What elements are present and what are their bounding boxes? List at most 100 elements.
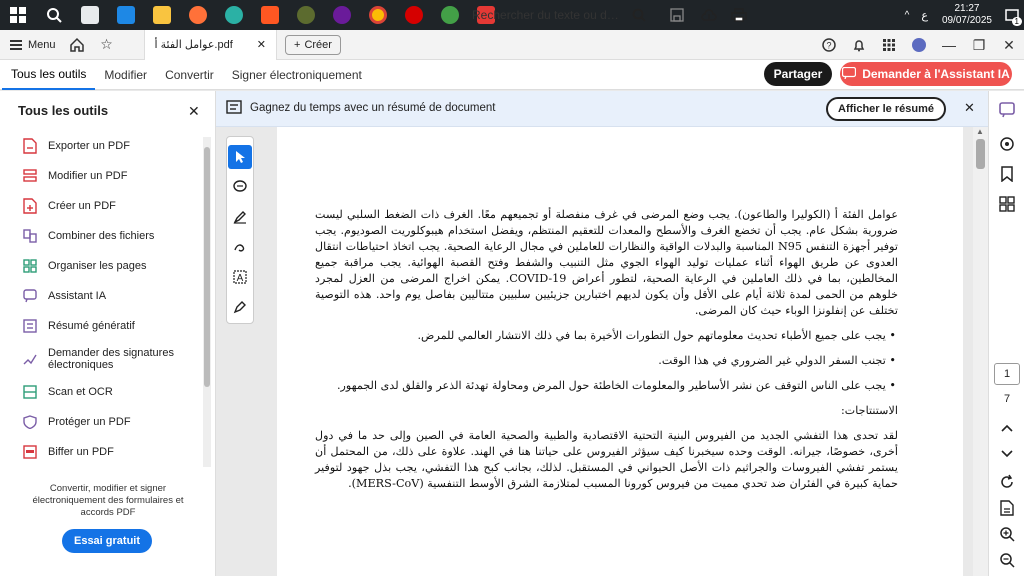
clock-date: 09/07/2025 bbox=[941, 15, 992, 26]
summary-icon bbox=[22, 318, 38, 334]
upload-cloud-icon[interactable] bbox=[698, 4, 720, 26]
tab-convert[interactable]: Convertir bbox=[156, 60, 223, 90]
help-icon[interactable]: ? bbox=[814, 34, 844, 56]
file-explorer-icon[interactable] bbox=[144, 0, 180, 30]
tool-ai-assistant[interactable]: Assistant IA bbox=[0, 281, 204, 311]
tool-protect-pdf[interactable]: Protéger un PDF bbox=[0, 407, 204, 437]
scrollbar-thumb[interactable] bbox=[204, 147, 210, 387]
document-tab[interactable]: عوامل الفئة أ.pdf ✕ bbox=[143, 29, 277, 60]
tool-scan-ocr[interactable]: Scan et OCR bbox=[0, 377, 204, 407]
paragraph-1: عوامل الفئة أ (الكوليرا والطاعون). يجب و… bbox=[315, 208, 898, 317]
thumbnails-icon[interactable] bbox=[996, 193, 1018, 215]
firefox-icon[interactable] bbox=[180, 0, 216, 30]
tool-request-signatures[interactable]: Demander des signatures électroniques bbox=[0, 341, 204, 377]
export-pdf-icon bbox=[22, 138, 38, 154]
tool-label: Protéger un PDF bbox=[48, 416, 131, 428]
close-tab-icon[interactable]: ✕ bbox=[257, 38, 266, 51]
search-text-field[interactable]: Rechercher du texte ou des o... bbox=[472, 8, 620, 22]
tools-list: Exporter un PDF Modifier un PDF Créer un… bbox=[0, 131, 204, 467]
ai-assistant-button[interactable]: Demander à l'Assistant IA bbox=[840, 62, 1012, 86]
minimize-icon[interactable]: — bbox=[934, 34, 964, 56]
chevron-up-icon[interactable] bbox=[996, 417, 1018, 439]
text-box-icon[interactable]: A bbox=[228, 265, 252, 289]
current-page-input[interactable]: 1 bbox=[994, 363, 1020, 385]
close-panel-icon[interactable]: ✕ bbox=[188, 103, 200, 120]
window-controls: ? — ❐ ✕ bbox=[814, 30, 1024, 60]
document-scrollbar[interactable]: ▲ bbox=[973, 127, 988, 576]
create-button[interactable]: + Créer bbox=[285, 34, 341, 55]
zoom-in-icon[interactable] bbox=[996, 523, 1018, 545]
document-scrollbar-thumb[interactable] bbox=[976, 139, 985, 169]
bullet-2: • تجنب السفر الدولي غير الضروري في هذا ا… bbox=[658, 354, 896, 367]
plus-icon: + bbox=[294, 38, 301, 51]
show-summary-button[interactable]: Afficher le résumé bbox=[826, 97, 946, 121]
tool-edit-pdf[interactable]: Modifier un PDF bbox=[0, 161, 204, 191]
zoom-out-icon[interactable] bbox=[996, 549, 1018, 571]
close-banner-icon[interactable]: ✕ bbox=[964, 100, 975, 116]
taskbar-clock[interactable]: 21:27 09/07/2025 bbox=[934, 3, 1000, 27]
tool-organize-pages[interactable]: Organiser les pages bbox=[0, 251, 204, 281]
comment-icon[interactable] bbox=[228, 175, 252, 199]
share-button[interactable]: Partager bbox=[764, 62, 832, 86]
account-avatar-icon[interactable] bbox=[904, 34, 934, 56]
combine-files-icon bbox=[22, 228, 38, 244]
page-info-icon[interactable] bbox=[996, 497, 1018, 519]
mail-app-icon[interactable] bbox=[108, 0, 144, 30]
edit-pdf-icon bbox=[22, 168, 38, 184]
close-window-icon[interactable]: ✕ bbox=[994, 34, 1024, 56]
tab-all-tools[interactable]: Tous les outils bbox=[2, 60, 96, 90]
opera-icon[interactable] bbox=[396, 0, 432, 30]
widgets-app-icon[interactable] bbox=[72, 0, 108, 30]
fill-sign-icon[interactable] bbox=[228, 295, 252, 319]
summary-icon bbox=[226, 99, 242, 118]
chrome-icon[interactable] bbox=[360, 0, 396, 30]
scan-ocr-icon bbox=[22, 384, 38, 400]
draw-freehand-icon[interactable] bbox=[228, 235, 252, 259]
menu-button[interactable]: Menu bbox=[0, 30, 66, 60]
app-icon-green[interactable] bbox=[288, 0, 324, 30]
chevron-down-icon[interactable] bbox=[996, 443, 1018, 465]
media-player-icon[interactable] bbox=[252, 0, 288, 30]
input-language-indicator[interactable]: ع bbox=[915, 9, 934, 22]
tool-combine-files[interactable]: Combiner des fichiers bbox=[0, 221, 204, 251]
maximize-icon[interactable]: ❐ bbox=[964, 34, 994, 56]
tool-label: Scan et OCR bbox=[48, 386, 113, 398]
windows-start-icon[interactable] bbox=[0, 0, 36, 30]
tool-label: Demander des signatures électroniques bbox=[48, 347, 174, 371]
promo-text: Convertir, modifier et signer électroniq… bbox=[32, 483, 184, 518]
bookmarks-icon[interactable] bbox=[996, 163, 1018, 185]
select-cursor-icon[interactable] bbox=[228, 145, 252, 169]
tab-e-sign[interactable]: Signer électroniquement bbox=[223, 60, 371, 90]
chrome-profile-icon[interactable] bbox=[432, 0, 468, 30]
star-icon[interactable]: ☆ bbox=[96, 34, 118, 56]
tool-generative-summary[interactable]: Résumé génératif bbox=[0, 311, 204, 341]
panel-title: Tous les outils bbox=[18, 103, 109, 118]
edge-icon[interactable] bbox=[216, 0, 252, 30]
tool-export-pdf[interactable]: Exporter un PDF bbox=[0, 131, 204, 161]
app-icon-purple[interactable] bbox=[324, 0, 360, 30]
search-icon[interactable] bbox=[36, 0, 72, 30]
bullet-3: • يجب على الناس التوقف عن نشر الأساطير و… bbox=[336, 379, 896, 392]
scroll-up-icon[interactable]: ▲ bbox=[976, 127, 984, 136]
chevron-up-icon[interactable]: ^ bbox=[899, 10, 916, 21]
bell-icon[interactable] bbox=[844, 34, 874, 56]
free-trial-button[interactable]: Essai gratuit bbox=[62, 529, 152, 553]
rotate-icon[interactable] bbox=[996, 471, 1018, 493]
tab-edit[interactable]: Modifier bbox=[95, 60, 156, 90]
tool-create-pdf[interactable]: Créer un PDF bbox=[0, 191, 204, 221]
search-icon[interactable] bbox=[628, 4, 650, 26]
clock-time: 21:27 bbox=[954, 3, 980, 14]
notification-icon[interactable]: 1 bbox=[1000, 0, 1024, 30]
comments-panel-icon[interactable] bbox=[996, 133, 1018, 155]
redact-pdf-icon bbox=[22, 444, 38, 460]
ai-assistant-icon bbox=[22, 288, 38, 304]
tool-redact-pdf[interactable]: Biffer un PDF bbox=[0, 437, 204, 467]
highlight-pen-icon[interactable] bbox=[228, 205, 252, 229]
home-icon[interactable] bbox=[66, 34, 88, 56]
ai-chat-icon[interactable] bbox=[996, 99, 1018, 121]
save-icon[interactable] bbox=[666, 4, 688, 26]
apps-grid-icon[interactable] bbox=[874, 34, 904, 56]
print-icon[interactable] bbox=[728, 4, 750, 26]
hamburger-icon bbox=[10, 39, 22, 50]
panel-scrollbar[interactable] bbox=[203, 137, 211, 467]
